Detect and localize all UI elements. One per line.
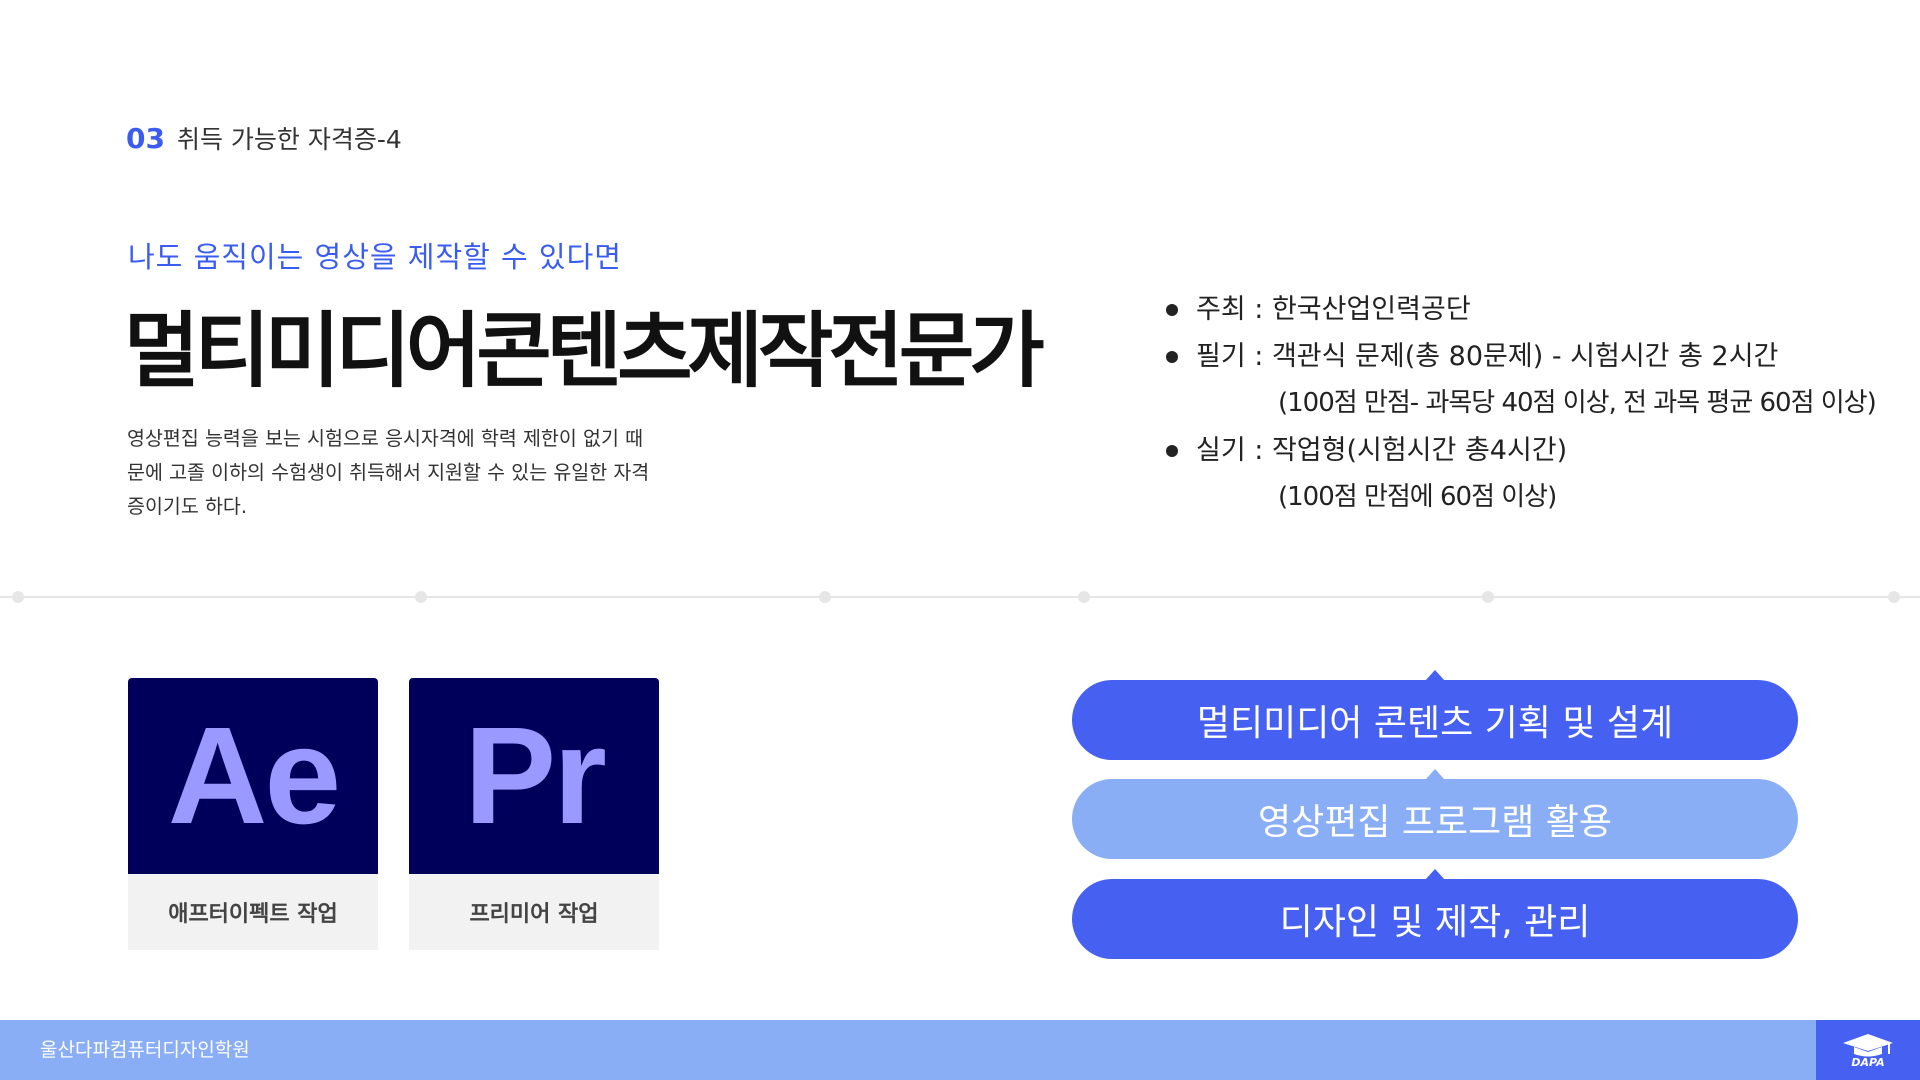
after-effects-icon: Ae [128,678,378,874]
timeline-dot [12,591,24,603]
info-written: 필기 : 객관식 문제(총 80문제) - 시험시간 총 2시간 [1160,333,1900,380]
hero-subtitle: 나도 움직이는 영상을 제작할 수 있다면 [128,240,622,274]
timeline-divider [0,591,1920,603]
app-card-premiere: Pr 프리미어 작업 [409,678,659,950]
graduation-cap-icon [1843,1033,1893,1056]
footer-bar: 울산다파컴퓨터디자인학원 DAPA [0,1020,1920,1080]
info-host: 주최 : 한국산업인력공단 [1160,286,1900,333]
page-title: 멀티미디어콘텐츠제작전문가 [124,304,1045,399]
info-practical-text: 실기 : 작업형(시험시간 총4시간) [1196,435,1568,466]
timeline-dot [415,591,427,603]
premiere-icon: Pr [409,678,659,874]
exam-info-list: 주최 : 한국산업인력공단 필기 : 객관식 문제(총 80문제) - 시험시간… [1160,286,1900,521]
timeline-dot [1482,591,1494,603]
hero-description: 영상편집 능력을 보는 시험으로 응시자격에 학력 제한이 없기 때문에 고졸 … [127,427,650,518]
app-abbr: Ae [167,698,341,853]
section-header: 03 취득 가능한 자격증-4 [126,120,402,156]
app-abbr: Pr [464,698,607,853]
logo-text: DAPA [1851,1055,1885,1069]
app-label: 프리미어 작업 [409,874,659,950]
footer-academy-name: 울산다파컴퓨터디자인학원 [40,1039,250,1061]
info-practical-detail: (100점 만점에 60점 이상) [1278,482,1557,512]
bullet-icon [1166,445,1178,457]
bullet-icon [1166,304,1178,316]
info-host-text: 주최 : 한국산업인력공단 [1196,294,1471,325]
info-written-detail: (100점 만점- 과목당 40점 이상, 전 과목 평균 60점 이상) [1278,388,1877,418]
timeline-dot [1888,591,1900,603]
dapa-logo: DAPA [1816,1020,1920,1080]
skill-pill-editing: 영상편집 프로그램 활용 [1072,769,1798,859]
timeline-dot [819,591,831,603]
timeline-dot [1078,591,1090,603]
app-card-after-effects: Ae 애프터이펙트 작업 [128,678,378,950]
bullet-icon [1166,351,1178,363]
skill-pill-design: 디자인 및 제작, 관리 [1072,869,1798,959]
section-title: 취득 가능한 자격증-4 [176,125,402,154]
info-practical: 실기 : 작업형(시험시간 총4시간) [1160,427,1900,474]
app-label: 애프터이펙트 작업 [128,874,378,950]
info-written-text: 필기 : 객관식 문제(총 80문제) - 시험시간 총 2시간 [1196,341,1779,372]
skill-pill-planning: 멀티미디어 콘텐츠 기획 및 설계 [1072,670,1798,760]
section-number: 03 [126,122,165,155]
